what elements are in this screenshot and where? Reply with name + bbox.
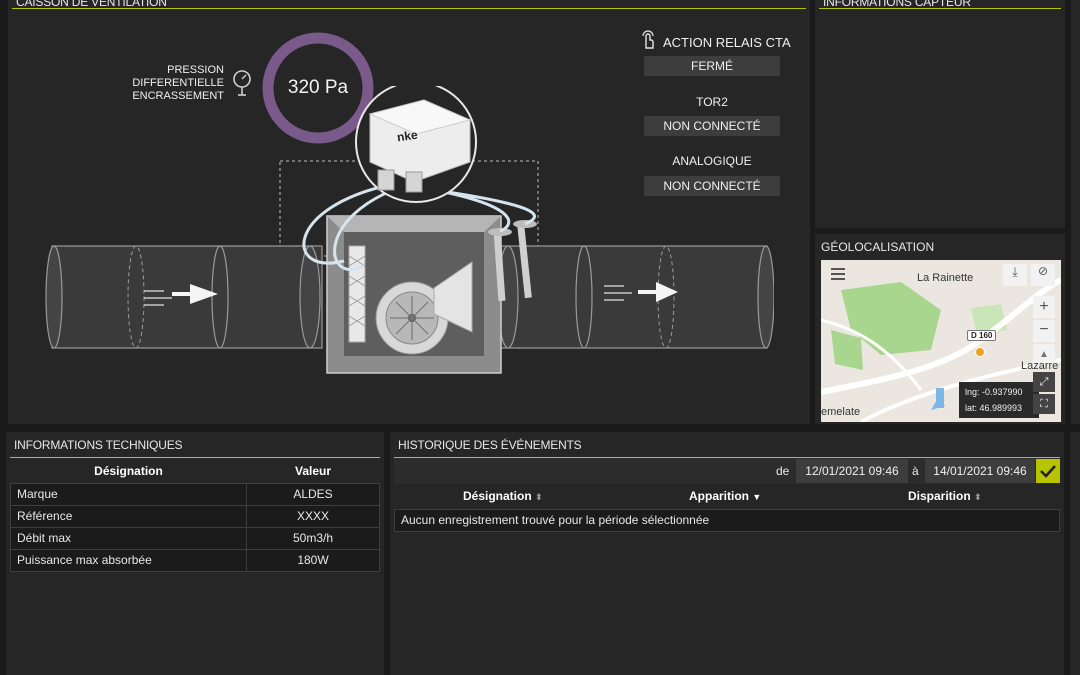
technique-header-valeur: Valeur bbox=[294, 463, 332, 478]
technique-panel: INFORMATIONS TECHNIQUES Désignation Vale… bbox=[6, 432, 384, 675]
technique-cell-value: XXXX bbox=[246, 504, 380, 528]
map-expand-icon[interactable]: ⤢ bbox=[1033, 372, 1055, 392]
sort-desc-icon: ▼ bbox=[752, 492, 762, 502]
technique-cell-label: Marque bbox=[10, 482, 247, 506]
date-to-label: à bbox=[912, 464, 919, 478]
map-zoom-in-button[interactable]: + bbox=[1033, 296, 1055, 318]
date-from-label: de bbox=[776, 464, 790, 478]
map-town-label: La Rainette bbox=[917, 272, 974, 284]
tor2-label: TOR2 bbox=[696, 95, 728, 109]
tor2-value: NON CONNECTÉ bbox=[644, 116, 780, 136]
analogique-value: NON CONNECTÉ bbox=[644, 176, 780, 196]
geoloc-panel: GÉOLOCALISATION La Rainette ⤓ ⊘ + − ▲ D … bbox=[815, 234, 1065, 424]
capteur-title: INFORMATIONS CAPTEUR bbox=[819, 0, 1061, 9]
map-fullscreen-icon[interactable]: ⛶ bbox=[1033, 394, 1055, 414]
map-road-label: D 160 bbox=[967, 330, 997, 341]
map-place-right-label: Lazarre bbox=[1021, 360, 1059, 372]
technique-header-row: Désignation Valeur bbox=[11, 459, 380, 483]
historique-panel: HISTORIQUE DES ÉVÉNEMENTS de 12/01/2021 … bbox=[390, 432, 1064, 675]
sensor-brand-logo: nke bbox=[396, 127, 419, 145]
historique-header-apparition[interactable]: Apparition ▼ bbox=[689, 489, 761, 503]
capteur-panel: INFORMATIONS CAPTEUR bbox=[815, 0, 1065, 228]
date-to-input[interactable]: 14/01/2021 09:46 bbox=[925, 459, 1035, 483]
technique-cell-value: 50m3/h bbox=[246, 526, 380, 550]
sort-icon: ⬍ bbox=[974, 492, 982, 502]
analogique-label: ANALOGIQUE bbox=[672, 154, 752, 168]
map-view[interactable]: La Rainette ⤓ ⊘ + − ▲ D 160 Lazarre emel… bbox=[821, 260, 1061, 422]
technique-cell-label: Référence bbox=[10, 504, 247, 528]
technique-table: Désignation Valeur Marque ALDES Référenc… bbox=[10, 459, 380, 572]
map-lng: lng: -0.937990 bbox=[965, 387, 1023, 397]
action-relais-label: ACTION RELAIS CTA bbox=[663, 35, 791, 50]
map-zoom-out-button[interactable]: − bbox=[1033, 320, 1055, 342]
caisson-panel: CAISSON DE VENTILATION PRESSION DIFFEREN… bbox=[8, 0, 810, 424]
historique-header-apparition-label: Apparition bbox=[689, 489, 749, 503]
map-place-left-label: emelate bbox=[821, 406, 861, 418]
technique-header-designation: Désignation bbox=[94, 463, 163, 478]
right-edge-bottom-panel bbox=[1070, 432, 1080, 675]
date-validate-button[interactable] bbox=[1036, 459, 1060, 483]
historique-header-designation[interactable]: Désignation ⬍ bbox=[463, 489, 543, 503]
map-menu-icon[interactable] bbox=[831, 268, 845, 280]
historique-header-disparition-label: Disparition bbox=[908, 489, 971, 503]
map-coordinates-box: lng: -0.937990 lat: 46.989993 bbox=[959, 382, 1039, 418]
historique-header-designation-label: Désignation bbox=[463, 489, 532, 503]
sort-icon: ⬍ bbox=[535, 492, 543, 502]
table-row: Débit max 50m3/h bbox=[10, 526, 380, 550]
map-hide-icon[interactable]: ⊘ bbox=[1031, 264, 1055, 286]
map-location-marker[interactable] bbox=[975, 347, 985, 357]
historique-empty-row: Aucun enregistrement trouvé pour la péri… bbox=[394, 509, 1060, 532]
technique-cell-value: 180W bbox=[246, 548, 380, 572]
table-row: Puissance max absorbée 180W bbox=[10, 548, 380, 572]
table-row: Référence XXXX bbox=[10, 504, 380, 528]
table-row: Marque ALDES bbox=[10, 482, 380, 506]
technique-cell-value: ALDES bbox=[246, 482, 380, 506]
action-relais-value: FERMÉ bbox=[644, 56, 780, 76]
pressure-label-line1: PRESSION bbox=[167, 64, 224, 76]
map-lat: lat: 46.989993 bbox=[965, 403, 1023, 413]
technique-title: INFORMATIONS TECHNIQUES bbox=[10, 438, 380, 458]
checkmark-icon bbox=[1040, 465, 1056, 478]
date-from-input[interactable]: 12/01/2021 09:46 bbox=[796, 459, 908, 483]
right-edge-panel bbox=[1071, 0, 1080, 424]
technique-cell-label: Débit max bbox=[10, 526, 247, 550]
technique-cell-label: Puissance max absorbée bbox=[10, 548, 247, 572]
historique-empty-message: Aucun enregistrement trouvé pour la péri… bbox=[401, 513, 710, 527]
historique-header-disparition[interactable]: Disparition ⬍ bbox=[908, 489, 982, 503]
map-download-icon[interactable]: ⤓ bbox=[1003, 264, 1027, 286]
hand-pointer-icon bbox=[642, 30, 654, 49]
caisson-title: CAISSON DE VENTILATION bbox=[12, 0, 806, 9]
geoloc-title: GÉOLOCALISATION bbox=[821, 240, 935, 254]
historique-title: HISTORIQUE DES ÉVÉNEMENTS bbox=[394, 438, 1060, 458]
